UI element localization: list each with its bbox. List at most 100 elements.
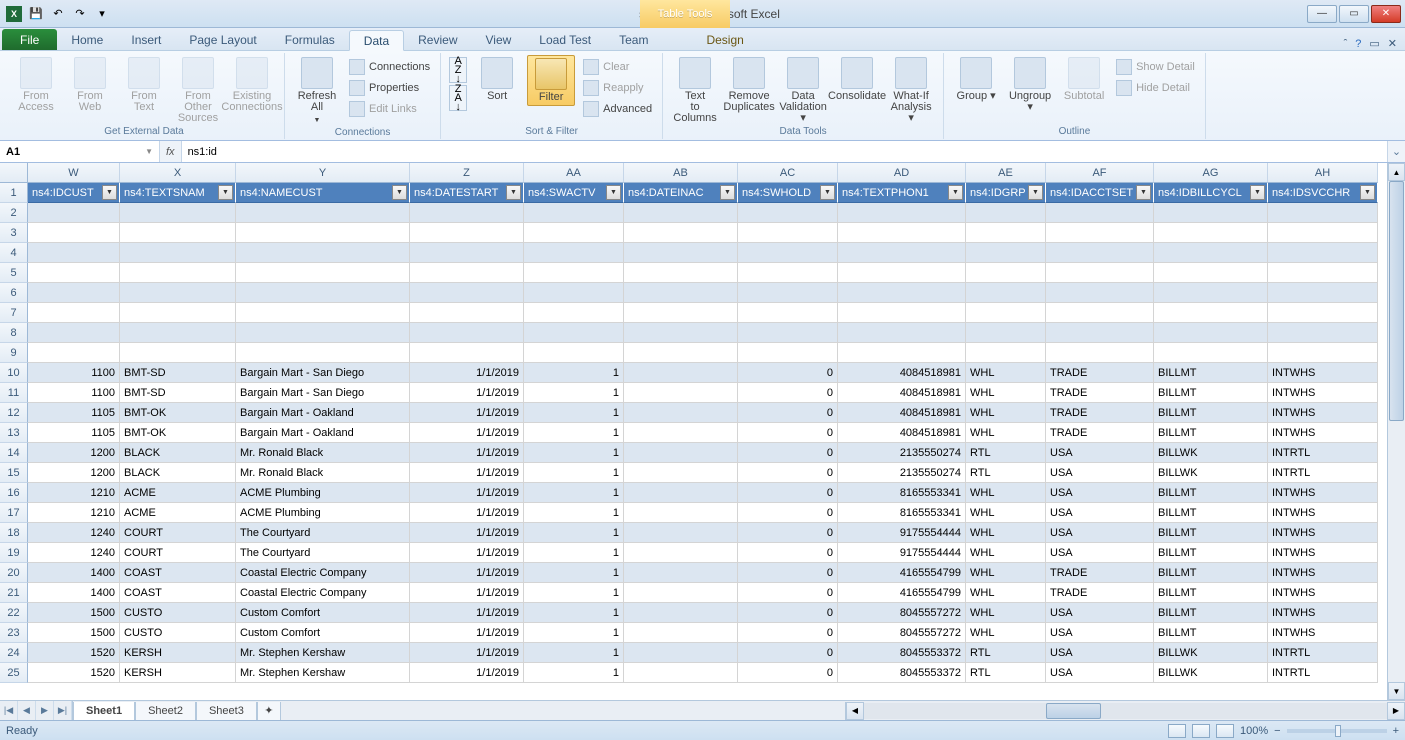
cell[interactable]: USA bbox=[1046, 443, 1154, 463]
vertical-scrollbar[interactable]: ▲ ▼ bbox=[1387, 163, 1405, 700]
cell[interactable]: Coastal Electric Company bbox=[236, 563, 410, 583]
cell[interactable]: 0 bbox=[738, 383, 838, 403]
cell[interactable]: TRADE bbox=[1046, 583, 1154, 603]
connections-button[interactable]: Connections bbox=[347, 57, 432, 77]
cell[interactable]: 9175554444 bbox=[838, 543, 966, 563]
cell[interactable]: Bargain Mart - San Diego bbox=[236, 363, 410, 383]
cell[interactable]: WHL bbox=[966, 563, 1046, 583]
cell[interactable] bbox=[624, 303, 738, 323]
remove-duplicates-button[interactable]: RemoveDuplicates bbox=[725, 55, 773, 113]
cell[interactable]: 1/1/2019 bbox=[410, 603, 524, 623]
cell[interactable]: 1105 bbox=[28, 403, 120, 423]
cell[interactable]: BILLMT bbox=[1154, 383, 1268, 403]
column-header[interactable]: AH bbox=[1268, 163, 1378, 183]
cell[interactable]: 8045553372 bbox=[838, 643, 966, 663]
cell[interactable]: CUSTO bbox=[120, 603, 236, 623]
tab-data[interactable]: Data bbox=[349, 30, 404, 51]
cell[interactable] bbox=[524, 243, 624, 263]
cell[interactable] bbox=[624, 483, 738, 503]
column-header[interactable]: AD bbox=[838, 163, 966, 183]
cell[interactable] bbox=[120, 323, 236, 343]
cell[interactable]: 1400 bbox=[28, 563, 120, 583]
cell[interactable]: 1240 bbox=[28, 543, 120, 563]
cell[interactable] bbox=[236, 203, 410, 223]
cell[interactable]: BMT-OK bbox=[120, 423, 236, 443]
cell[interactable] bbox=[28, 323, 120, 343]
cell[interactable]: 1 bbox=[524, 483, 624, 503]
cell[interactable]: CUSTO bbox=[120, 623, 236, 643]
cell[interactable]: WHL bbox=[966, 603, 1046, 623]
cell[interactable]: The Courtyard bbox=[236, 543, 410, 563]
new-sheet-button[interactable]: ✦ bbox=[257, 702, 281, 721]
cell[interactable] bbox=[1154, 243, 1268, 263]
cell[interactable] bbox=[838, 263, 966, 283]
zoom-out-button[interactable]: − bbox=[1274, 725, 1280, 737]
refresh-all-button[interactable]: Refresh All ▼ bbox=[293, 55, 341, 126]
table-column-header[interactable]: ns4:IDACCTSET▼ bbox=[1046, 183, 1154, 203]
column-header[interactable]: Z bbox=[410, 163, 524, 183]
table-column-header[interactable]: ns4:TEXTPHON1▼ bbox=[838, 183, 966, 203]
row-header[interactable]: 19 bbox=[0, 543, 28, 563]
table-column-header[interactable]: ns4:IDBILLCYCL▼ bbox=[1154, 183, 1268, 203]
cell[interactable]: BILLMT bbox=[1154, 623, 1268, 643]
row-header[interactable]: 3 bbox=[0, 223, 28, 243]
cell[interactable] bbox=[1268, 283, 1378, 303]
cell[interactable]: 0 bbox=[738, 463, 838, 483]
cell[interactable]: 1/1/2019 bbox=[410, 523, 524, 543]
advanced-button[interactable]: Advanced bbox=[581, 99, 654, 119]
cell[interactable]: RTL bbox=[966, 463, 1046, 483]
cell[interactable] bbox=[1046, 243, 1154, 263]
row-header[interactable]: 14 bbox=[0, 443, 28, 463]
cell[interactable] bbox=[236, 323, 410, 343]
cell[interactable]: Coastal Electric Company bbox=[236, 583, 410, 603]
redo-icon[interactable]: ↷ bbox=[70, 4, 90, 24]
cell[interactable] bbox=[624, 503, 738, 523]
cell[interactable]: WHL bbox=[966, 523, 1046, 543]
cell[interactable] bbox=[738, 343, 838, 363]
cell[interactable] bbox=[624, 203, 738, 223]
cell[interactable]: INTWHS bbox=[1268, 523, 1378, 543]
cell[interactable] bbox=[1268, 263, 1378, 283]
cell[interactable] bbox=[838, 203, 966, 223]
cell[interactable]: 1/1/2019 bbox=[410, 583, 524, 603]
cell[interactable] bbox=[524, 323, 624, 343]
cell[interactable] bbox=[966, 343, 1046, 363]
cell[interactable] bbox=[624, 243, 738, 263]
consolidate-button[interactable]: Consolidate bbox=[833, 55, 881, 102]
filter-dropdown-icon[interactable]: ▼ bbox=[1136, 185, 1151, 200]
cell[interactable]: TRADE bbox=[1046, 403, 1154, 423]
cell[interactable] bbox=[738, 203, 838, 223]
filter-button[interactable]: Filter bbox=[527, 55, 575, 106]
filter-dropdown-icon[interactable]: ▼ bbox=[606, 185, 621, 200]
cell[interactable]: INTRTL bbox=[1268, 663, 1378, 683]
row-header[interactable]: 12 bbox=[0, 403, 28, 423]
cell[interactable]: ACME Plumbing bbox=[236, 483, 410, 503]
cell[interactable]: 9175554444 bbox=[838, 523, 966, 543]
cell[interactable]: WHL bbox=[966, 583, 1046, 603]
page-layout-view-icon[interactable] bbox=[1192, 724, 1210, 738]
cell[interactable]: USA bbox=[1046, 663, 1154, 683]
cell[interactable] bbox=[1154, 303, 1268, 323]
tab-team[interactable]: Team bbox=[605, 29, 662, 50]
row-header[interactable]: 16 bbox=[0, 483, 28, 503]
expand-formula-bar-icon[interactable]: ⌄ bbox=[1387, 141, 1405, 162]
cell[interactable]: USA bbox=[1046, 483, 1154, 503]
filter-dropdown-icon[interactable]: ▼ bbox=[820, 185, 835, 200]
cell[interactable] bbox=[966, 263, 1046, 283]
cell[interactable]: WHL bbox=[966, 623, 1046, 643]
cell[interactable]: 1/1/2019 bbox=[410, 563, 524, 583]
cell[interactable] bbox=[410, 283, 524, 303]
tab-review[interactable]: Review bbox=[404, 29, 471, 50]
filter-dropdown-icon[interactable]: ▼ bbox=[1360, 185, 1375, 200]
tab-insert[interactable]: Insert bbox=[117, 29, 175, 50]
cell[interactable] bbox=[1154, 323, 1268, 343]
filter-dropdown-icon[interactable]: ▼ bbox=[218, 185, 233, 200]
cell[interactable]: INTRTL bbox=[1268, 643, 1378, 663]
cell[interactable] bbox=[1046, 303, 1154, 323]
help-icon[interactable]: ? bbox=[1355, 38, 1361, 50]
cell[interactable] bbox=[236, 343, 410, 363]
cell[interactable]: BILLMT bbox=[1154, 483, 1268, 503]
cell[interactable] bbox=[624, 343, 738, 363]
cell[interactable] bbox=[120, 303, 236, 323]
cell[interactable]: 4165554799 bbox=[838, 563, 966, 583]
